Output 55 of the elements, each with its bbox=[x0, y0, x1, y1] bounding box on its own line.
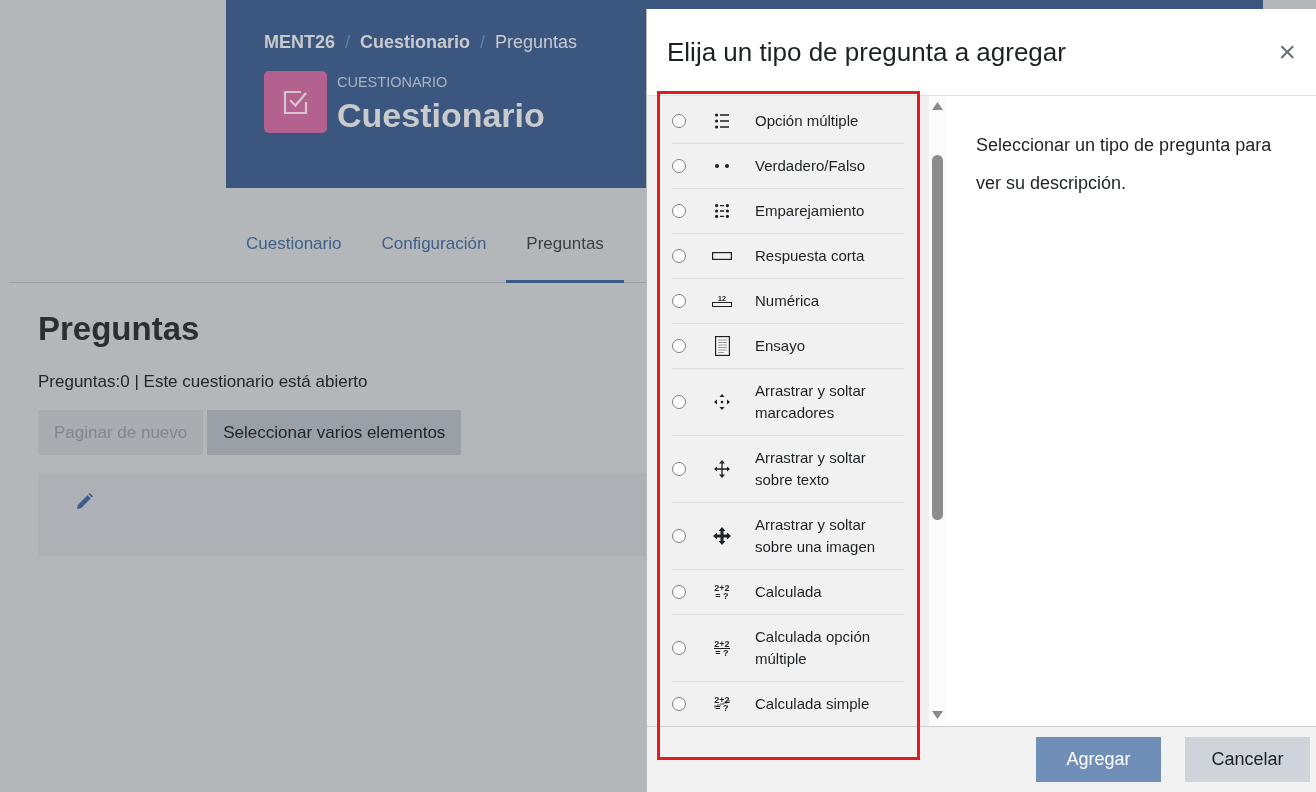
text-box-icon bbox=[712, 252, 732, 260]
two-dots-icon bbox=[715, 164, 729, 168]
radio-button[interactable] bbox=[672, 585, 686, 599]
question-type-label[interactable]: Calculada simple bbox=[755, 693, 904, 715]
scrollbar[interactable] bbox=[929, 96, 946, 726]
scroll-up-icon[interactable] bbox=[932, 102, 943, 110]
question-type-label[interactable]: Arrastrar y soltar marcadores bbox=[755, 380, 904, 424]
close-button[interactable]: × bbox=[1274, 37, 1300, 67]
question-type-label[interactable]: Ensayo bbox=[755, 335, 904, 357]
breadcrumb-separator: / bbox=[344, 31, 352, 53]
cancel-button[interactable]: Cancelar bbox=[1185, 737, 1310, 782]
question-type-label[interactable]: Calculada opción múltiple bbox=[755, 626, 904, 670]
radio-button[interactable] bbox=[672, 462, 686, 476]
question-type-label[interactable]: Calculada bbox=[755, 581, 904, 603]
scrollbar-thumb[interactable] bbox=[932, 155, 943, 520]
activity-title: Cuestionario bbox=[337, 95, 545, 135]
radio-button[interactable] bbox=[672, 114, 686, 128]
radio-button[interactable] bbox=[672, 339, 686, 353]
question-type-label[interactable]: Arrastrar y soltar sobre texto bbox=[755, 447, 904, 491]
page-heading: Preguntas bbox=[38, 309, 200, 349]
breadcrumb-separator: / bbox=[479, 31, 487, 53]
radio-button[interactable] bbox=[672, 249, 686, 263]
question-type-label[interactable]: Respuesta corta bbox=[755, 245, 904, 267]
formula-icon: 2+2 = ? bbox=[714, 696, 730, 712]
tab[interactable]: Preguntas bbox=[506, 222, 624, 283]
breadcrumb-link[interactable]: Cuestionario bbox=[360, 31, 471, 53]
breadcrumb-link[interactable]: Preguntas bbox=[495, 31, 578, 53]
question-type-label[interactable]: Opción múltiple bbox=[755, 110, 904, 132]
question-type-label[interactable]: Emparejamiento bbox=[755, 200, 904, 222]
question-type-label[interactable]: Numérica bbox=[755, 290, 904, 312]
document-icon bbox=[714, 336, 730, 356]
radio-button[interactable] bbox=[672, 204, 686, 218]
radio-button[interactable] bbox=[672, 529, 686, 543]
quiz-status-text: Preguntas:0 | Este cuestionario está abierto bbox=[38, 371, 368, 393]
pencil-icon[interactable] bbox=[76, 493, 93, 510]
bulleted-list-icon bbox=[715, 113, 729, 129]
question-type-label[interactable]: Verdadero/Falso bbox=[755, 155, 904, 177]
description-text: Seleccionar un tipo de pregunta para ver su descripción. bbox=[976, 134, 1273, 195]
move-arrows-icon bbox=[714, 460, 730, 478]
formula-icon: 2+2 = ? bbox=[714, 584, 730, 600]
checked-box-icon bbox=[264, 71, 327, 133]
arrowheads-icon bbox=[714, 394, 730, 410]
radio-button[interactable] bbox=[672, 641, 686, 655]
activity-type-label: CUESTIONARIO bbox=[337, 73, 448, 91]
radio-button[interactable] bbox=[672, 294, 686, 308]
radio-button[interactable] bbox=[672, 159, 686, 173]
dialog-title: Elija un tipo de pregunta a agregar bbox=[667, 36, 1066, 68]
radio-button[interactable] bbox=[672, 395, 686, 409]
scroll-down-icon[interactable] bbox=[932, 711, 943, 719]
breadcrumb-link[interactable]: MENT26 bbox=[264, 31, 335, 53]
radio-button[interactable] bbox=[672, 697, 686, 711]
bold-move-arrows-icon bbox=[713, 527, 731, 545]
dotted-list-icon bbox=[715, 204, 729, 218]
question-type-label[interactable]: Arrastrar y soltar sobre una imagen bbox=[755, 514, 904, 558]
page-action-button[interactable]: Seleccionar varios elementos bbox=[207, 410, 462, 455]
